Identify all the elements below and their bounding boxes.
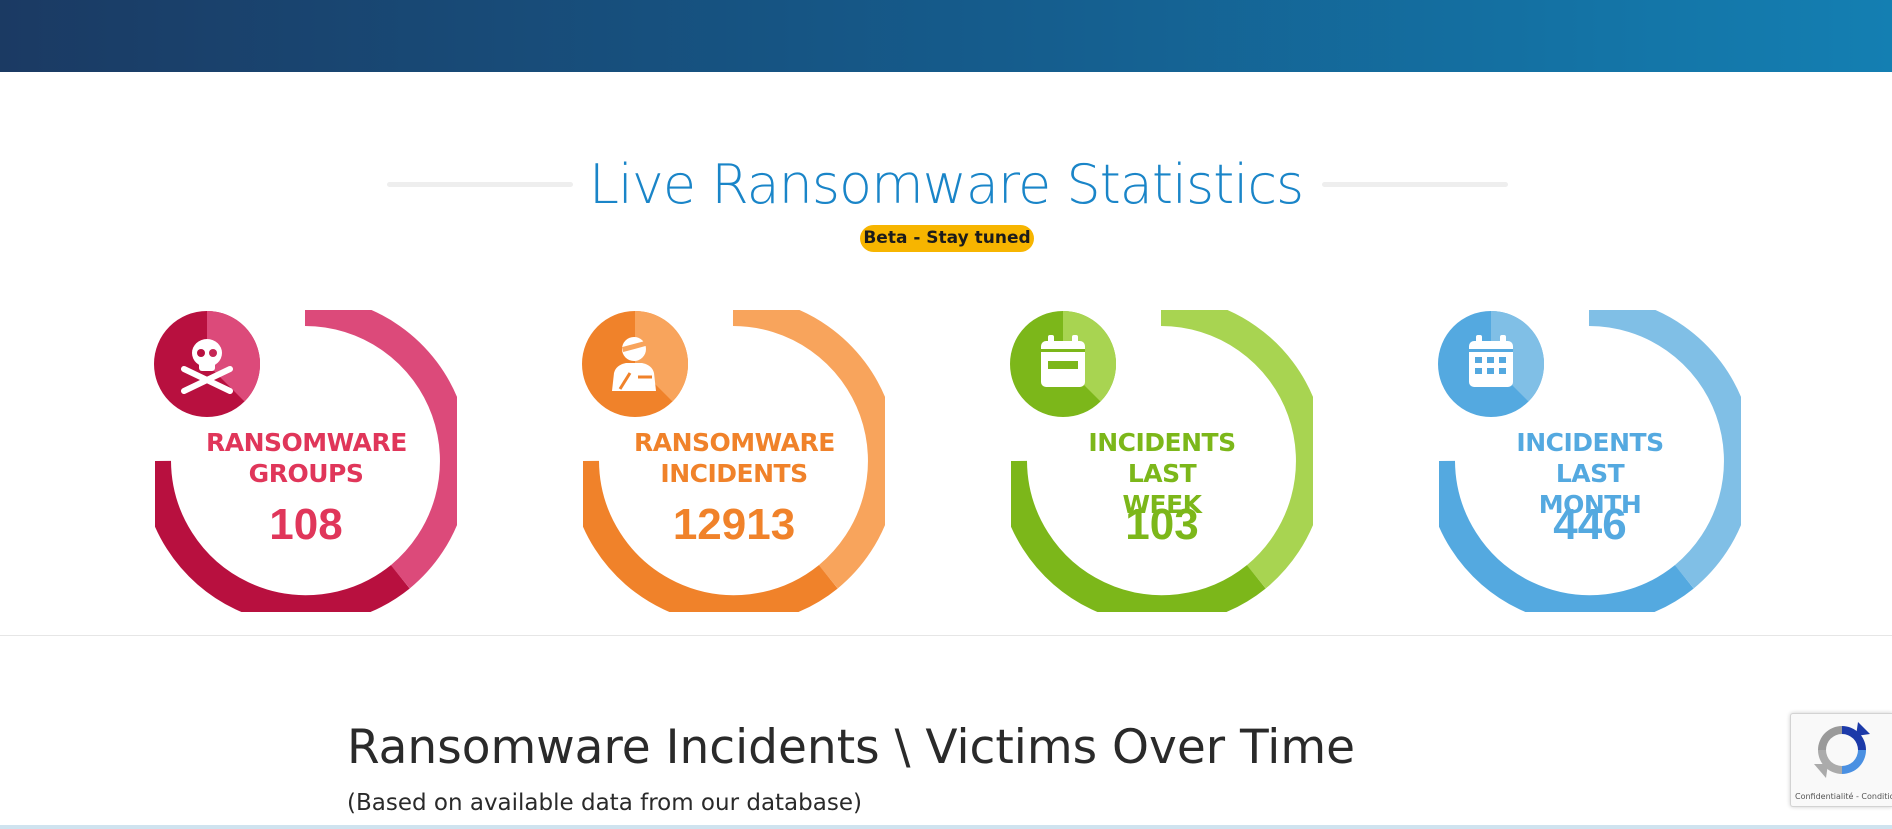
- section-divider: [0, 635, 1892, 636]
- injured-person-icon: [582, 311, 688, 417]
- section-title: Ransomware Incidents \ Victims Over Time: [347, 720, 1356, 775]
- calendar-month-icon: [1438, 311, 1544, 417]
- recaptcha-links[interactable]: Confidentialité - Conditions: [1795, 792, 1892, 802]
- stat-card-incidents-last-month: INCIDENTS LAST MONTH 446: [1438, 310, 1741, 612]
- recaptcha-icon: [1814, 722, 1870, 778]
- stat-card-ransomware-groups: RANSOMWARE GROUPS 108: [154, 310, 457, 612]
- calendar-week-icon: [1010, 311, 1116, 417]
- stat-card-ransomware-incidents: RANSOMWARE INCIDENTS 12913: [582, 310, 885, 612]
- stat-value: 108: [269, 500, 343, 549]
- stat-card-incidents-last-week: INCIDENTS LAST WEEK 103: [1010, 310, 1313, 612]
- skull-crossbones-icon: [154, 311, 260, 417]
- stat-label: RANSOMWARE GROUPS: [206, 428, 407, 488]
- stat-label: RANSOMWARE INCIDENTS: [634, 428, 835, 488]
- recaptcha-badge[interactable]: Confidentialité - Conditions: [1790, 713, 1892, 807]
- bottom-strip: [0, 825, 1892, 829]
- stat-value: 12913: [672, 500, 796, 549]
- beta-badge: Beta - Stay tuned: [860, 225, 1034, 252]
- stats-title: Live Ransomware Statistics: [588, 153, 1304, 216]
- top-banner: [0, 0, 1892, 72]
- section-subtitle: (Based on available data from our databa…: [347, 790, 862, 816]
- stat-value: 103: [1125, 500, 1199, 549]
- stat-value: 446: [1553, 500, 1627, 549]
